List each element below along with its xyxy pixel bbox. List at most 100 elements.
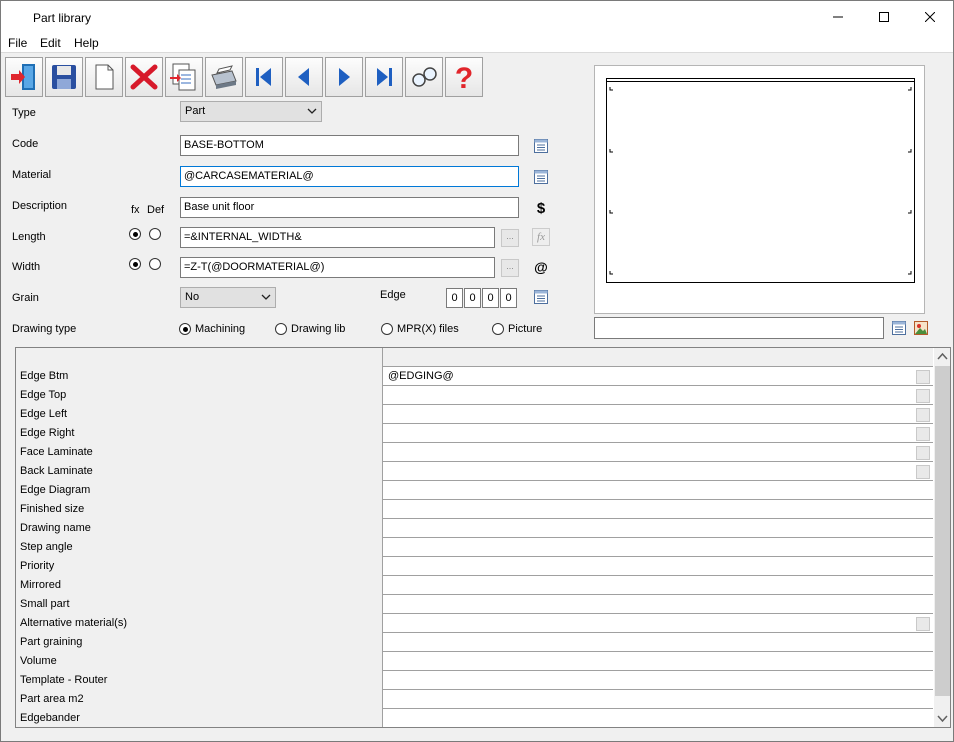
grid-row-value[interactable] xyxy=(383,519,933,538)
edge-field-1[interactable]: 0 xyxy=(446,288,463,308)
grid-row-value[interactable]: @EDGING@ xyxy=(383,367,933,386)
grid-row-lookup-button[interactable] xyxy=(916,465,930,479)
grid-row-value[interactable] xyxy=(383,538,933,557)
width-ellipsis-button[interactable]: ... xyxy=(501,259,519,277)
grid-row-value[interactable] xyxy=(383,481,933,500)
grid-row-value[interactable] xyxy=(383,557,933,576)
scrollbar-thumb[interactable] xyxy=(935,366,950,696)
grid-row-lookup-button[interactable] xyxy=(916,427,930,441)
grid-row-value[interactable] xyxy=(383,633,933,652)
grid-row-name: Edge Btm xyxy=(16,367,383,386)
grid-row[interactable]: Back Laminate xyxy=(16,462,933,481)
grid-row-lookup-button[interactable] xyxy=(916,408,930,422)
material-list-button[interactable] xyxy=(532,168,550,186)
edge-field-3[interactable]: 0 xyxy=(482,288,499,308)
preview-path-field[interactable] xyxy=(594,317,884,339)
new-button[interactable] xyxy=(85,57,123,97)
width-def-radio[interactable] xyxy=(149,258,161,270)
grid-row-lookup-button[interactable] xyxy=(916,370,930,384)
grid-row-lookup-button[interactable] xyxy=(916,446,930,460)
grid-row-lookup-button[interactable] xyxy=(916,617,930,631)
grid-row-value[interactable] xyxy=(383,424,933,443)
grid-row[interactable]: Edge Top xyxy=(16,386,933,405)
grid-row[interactable]: Mirrored xyxy=(16,576,933,595)
grid-row-name: Part graining xyxy=(16,633,383,652)
grid-row-value[interactable] xyxy=(383,690,933,709)
first-record-button[interactable] xyxy=(245,57,283,97)
length-def-radio[interactable] xyxy=(149,228,161,240)
length-field[interactable]: =&INTERNAL_WIDTH& xyxy=(180,227,495,248)
width-field[interactable]: =Z-T(@DOORMATERIAL@) xyxy=(180,257,495,278)
scroll-up-icon[interactable] xyxy=(934,348,951,365)
grid-row[interactable]: Finished size xyxy=(16,500,933,519)
help-button[interactable]: ? xyxy=(445,57,483,97)
drawing-type-machining-radio[interactable] xyxy=(179,323,191,335)
menu-file[interactable]: File xyxy=(8,36,27,50)
grid-row[interactable]: Volume xyxy=(16,652,933,671)
grid-row-value[interactable] xyxy=(383,652,933,671)
grid-row-name: Edge Right xyxy=(16,424,383,443)
previous-record-button[interactable] xyxy=(285,57,323,97)
grid-row[interactable]: Edge Left xyxy=(16,405,933,424)
menu-edit[interactable]: Edit xyxy=(40,36,61,50)
grid-row-value[interactable] xyxy=(383,614,933,633)
last-record-button[interactable] xyxy=(365,57,403,97)
drawing-type-mpr-radio[interactable] xyxy=(381,323,393,335)
grid-row[interactable]: Part area m2 xyxy=(16,690,933,709)
material-field[interactable]: @CARCASEMATERIAL@ xyxy=(180,166,519,187)
currency-button[interactable]: $ xyxy=(532,199,550,217)
grid-row-value[interactable] xyxy=(383,709,933,727)
scroll-down-icon[interactable] xyxy=(934,710,951,727)
grid-row-value[interactable] xyxy=(383,386,933,405)
grain-select[interactable]: No xyxy=(180,287,276,308)
print-button[interactable] xyxy=(205,57,243,97)
drawing-type-picture-radio[interactable] xyxy=(492,323,504,335)
grid-row[interactable]: Drawing name xyxy=(16,519,933,538)
preview-image-button[interactable] xyxy=(912,319,930,337)
copy-button[interactable] xyxy=(165,57,203,97)
grid-row-value[interactable] xyxy=(383,443,933,462)
grid-row-value[interactable] xyxy=(383,462,933,481)
delete-button[interactable] xyxy=(125,57,163,97)
grid-row[interactable]: Face Laminate xyxy=(16,443,933,462)
drawing-type-drawing-lib-radio[interactable] xyxy=(275,323,287,335)
menu-help[interactable]: Help xyxy=(74,36,99,50)
grid-row-value[interactable] xyxy=(383,576,933,595)
grid-row-value[interactable] xyxy=(383,595,933,614)
grid-row-value[interactable] xyxy=(383,671,933,690)
grid-row[interactable]: Edge Diagram xyxy=(16,481,933,500)
width-fx-radio[interactable] xyxy=(129,258,141,270)
edge-field-4[interactable]: 0 xyxy=(500,288,517,308)
grid-row-value[interactable] xyxy=(383,500,933,519)
grid-row[interactable]: Step angle xyxy=(16,538,933,557)
search-button[interactable] xyxy=(405,57,443,97)
maximize-button[interactable] xyxy=(861,1,907,33)
edge-field-2[interactable]: 0 xyxy=(464,288,481,308)
formula-button[interactable]: fx xyxy=(532,228,550,246)
code-list-button[interactable] xyxy=(532,137,550,155)
save-button[interactable] xyxy=(45,57,83,97)
grid-row-lookup-button[interactable] xyxy=(916,389,930,403)
grid-row[interactable]: Edge Right xyxy=(16,424,933,443)
grid-row[interactable]: Part graining xyxy=(16,633,933,652)
preview-list-button[interactable] xyxy=(890,319,908,337)
code-field[interactable]: BASE-BOTTOM xyxy=(180,135,519,156)
type-select[interactable]: Part xyxy=(180,101,322,122)
next-record-button[interactable] xyxy=(325,57,363,97)
grid-row[interactable]: Small part xyxy=(16,595,933,614)
length-ellipsis-button[interactable]: ... xyxy=(501,229,519,247)
variable-button[interactable]: @ xyxy=(532,258,550,276)
grid-row[interactable]: Edgebander xyxy=(16,709,933,727)
grid-row[interactable]: Edge Btm @EDGING@ xyxy=(16,367,933,386)
close-button[interactable] xyxy=(907,1,953,33)
grid-row[interactable]: Alternative material(s) xyxy=(16,614,933,633)
exit-button[interactable] xyxy=(5,57,43,97)
minimize-button[interactable] xyxy=(815,1,861,33)
grid-row[interactable]: Template - Router xyxy=(16,671,933,690)
vertical-scrollbar[interactable] xyxy=(934,348,951,727)
grid-row-value[interactable] xyxy=(383,405,933,424)
description-field[interactable]: Base unit floor xyxy=(180,197,519,218)
length-fx-radio[interactable] xyxy=(129,228,141,240)
edge-list-button[interactable] xyxy=(532,288,550,306)
grid-row[interactable]: Priority xyxy=(16,557,933,576)
